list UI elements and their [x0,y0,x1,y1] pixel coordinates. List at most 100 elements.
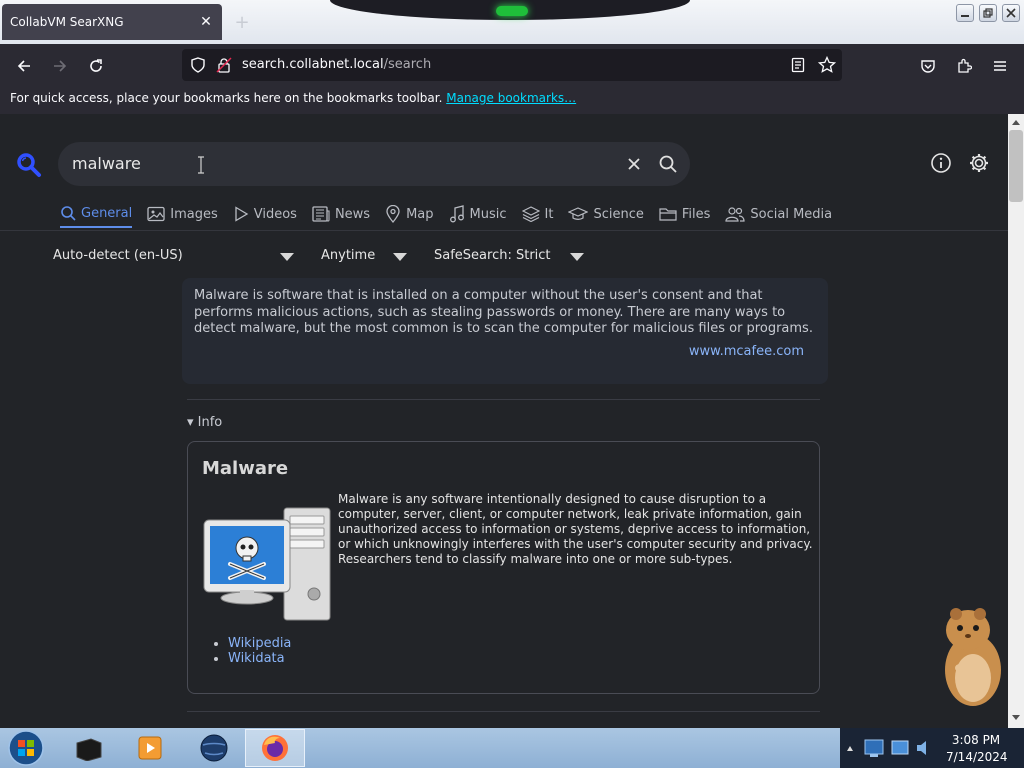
searxng-logo-icon[interactable] [16,152,42,178]
safesearch-select[interactable]: SafeSearch: Strict [434,248,551,263]
minimize-icon[interactable] [956,4,974,22]
answer-source-link[interactable]: www.mcafee.com [689,344,804,359]
clock-date[interactable]: 7/14/2024 [946,750,1008,764]
bookmark-star-icon[interactable] [818,56,836,74]
preferences-gear-icon[interactable] [968,152,990,174]
tab-label: Science [593,206,644,222]
address-bar[interactable]: search.collabnet.local/search [182,49,842,81]
divider [187,399,820,400]
taskbar-app-globe[interactable] [184,729,244,767]
language-select[interactable]: Auto-detect (en-US) [53,248,183,263]
clear-search-icon[interactable] [626,156,642,172]
tab-files[interactable]: Files [659,200,711,228]
extensions-icon[interactable] [950,52,978,80]
window-icon [891,740,909,755]
infobox-title: Malware [202,458,289,479]
category-tabs: General Images Videos News Map Music It [60,200,847,228]
bookmarks-message: For quick access, place your bookmarks h… [10,91,443,105]
list-item: Wikipedia [228,636,291,651]
answer-card: Malware is software that is installed on… [182,278,828,384]
layers-icon [521,206,540,222]
tab-label: It [544,206,554,222]
search-query-text: malware [72,154,141,173]
tab-label: Map [406,206,434,222]
chevron-down-icon[interactable] [280,253,294,261]
globe-icon [200,734,228,762]
tab-music[interactable]: Music [449,200,507,228]
infobox-description: Malware is any software intentionally de… [338,492,813,566]
infobox-links: Wikipedia Wikidata [228,636,291,666]
tab-social-media[interactable]: Social Media [725,200,832,228]
search-submit-icon[interactable] [658,154,678,174]
tab-map[interactable]: Map [385,200,434,228]
text-cursor-icon [196,156,206,174]
start-button[interactable] [6,729,46,767]
reader-view-icon[interactable] [790,57,806,73]
tab-label: General [81,205,133,221]
restore-icon[interactable] [979,4,997,22]
url-text: search.collabnet.local/search [242,57,432,72]
page-scrollbar[interactable] [1008,114,1024,728]
search-icon [60,205,76,221]
show-hidden-icons-icon [847,746,853,751]
forward-icon[interactable] [46,52,74,80]
chevron-down-icon[interactable] [393,253,407,261]
people-icon [725,206,745,222]
tab-label: Social Media [750,206,833,222]
tab-label: Music [469,206,507,222]
time-range-select[interactable]: Anytime [321,248,375,263]
divider [187,711,820,712]
clock-time[interactable]: 3:08 PM [946,733,1006,747]
wikipedia-link[interactable]: Wikipedia [228,636,291,651]
back-icon[interactable] [10,52,38,80]
bookmarks-toolbar: For quick access, place your bookmarks h… [0,86,1024,114]
reload-icon[interactable] [82,52,110,80]
tab-title: CollabVM SearXNG [10,15,124,29]
pocket-icon[interactable] [914,52,942,80]
tab-images[interactable]: Images [147,200,218,228]
firefox-icon [262,735,288,761]
chevron-down-icon[interactable] [570,253,584,261]
window-close-icon[interactable] [1002,4,1020,22]
media-player-icon [138,736,162,760]
tab-news[interactable]: News [312,200,370,228]
graduation-cap-icon [568,206,589,222]
info-section-toggle[interactable]: ▾ Info [187,415,222,430]
infobox: Malware Malware is any software intentio… [187,441,820,694]
play-icon [233,206,249,222]
tab-close-icon[interactable]: ✕ [198,14,214,30]
taskbar-app-media-player[interactable] [120,729,180,767]
newspaper-icon [312,206,330,222]
search-input[interactable]: malware [58,142,690,186]
tab-science[interactable]: Science [568,200,644,228]
browser-tab[interactable]: CollabVM SearXNG ✕ [2,4,222,40]
shield-icon[interactable] [190,57,206,73]
menu-icon[interactable] [986,52,1014,80]
tab-videos[interactable]: Videos [233,200,297,228]
tab-it[interactable]: It [521,200,554,228]
tab-label: Videos [253,206,297,222]
navigation-toolbar: search.collabnet.local/search [0,44,1024,86]
network-icon [864,739,884,757]
taskbar-app-terminal[interactable] [58,729,118,767]
folder-icon [659,206,677,222]
manage-bookmarks-link[interactable]: Manage bookmarks… [446,91,576,105]
terminal-icon [76,738,102,761]
insecure-lock-icon[interactable] [216,57,232,73]
new-tab-button[interactable]: + [230,10,254,34]
infobox-image [202,506,332,622]
speaker-icon [917,741,926,755]
tab-label: Images [170,206,218,222]
tab-general[interactable]: General [60,200,133,228]
about-info-icon[interactable] [930,152,952,174]
decoration-light [496,6,528,16]
taskbar-app-firefox[interactable] [245,729,305,767]
tab-label: Files [681,206,711,222]
divider [0,230,1008,231]
scrollbar-thumb[interactable] [1009,130,1023,202]
tab-label: News [334,206,371,222]
music-note-icon [449,205,465,223]
hamster-mascot-image [940,604,1006,710]
web-page: malware General Images Videos News Map M… [0,114,1008,728]
wikidata-link[interactable]: Wikidata [228,651,285,666]
